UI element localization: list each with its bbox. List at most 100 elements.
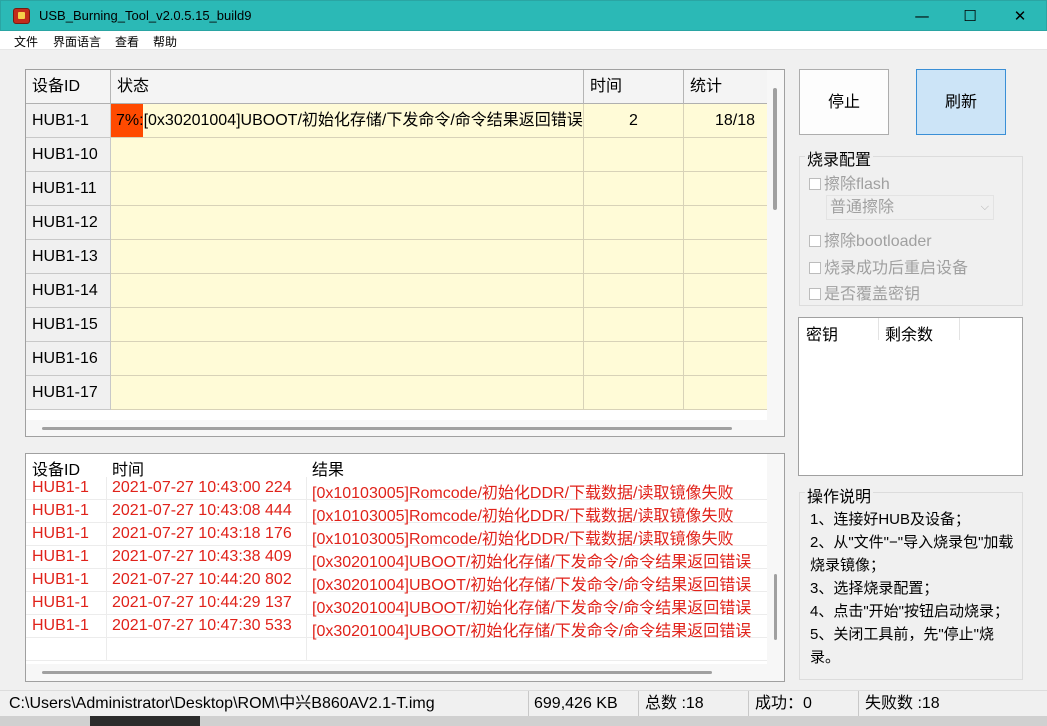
log-row[interactable]: HUB1-1 2021-07-27 10:43:08 444 [0x10103005… bbox=[26, 500, 767, 525]
device-row[interactable]: HUB1-10 bbox=[26, 138, 767, 172]
log-device-id: HUB1-1 bbox=[32, 617, 89, 634]
device-row[interactable]: HUB1-1 7%:[0x30201004]UBOOT/初始化存储/下发命令/命令… bbox=[26, 104, 767, 138]
status-file-path: C:\Users\Administrator\Desktop\ROM\中兴B86… bbox=[6, 691, 529, 717]
burn-config-title: 烧录配置 bbox=[805, 146, 874, 170]
device-status bbox=[111, 138, 584, 172]
device-stat bbox=[684, 376, 767, 410]
device-stat: 18/18 bbox=[684, 104, 767, 138]
log-header: 设备ID 时间 结果 bbox=[26, 454, 767, 479]
device-grid-hscrollbar[interactable] bbox=[26, 420, 784, 436]
device-grid: 设备ID 状态 时间 统计 HUB1-1 7%:[0x30201004]UBOOT… bbox=[25, 69, 785, 437]
erase-mode-select[interactable]: 普通擦除 ⌵ bbox=[826, 195, 994, 220]
minimize-button[interactable]: — bbox=[899, 1, 945, 31]
maximize-button[interactable]: ☐ bbox=[947, 1, 993, 31]
device-id: HUB1-1 bbox=[26, 104, 111, 138]
log-time: 2021-07-27 10:44:20 802 bbox=[112, 571, 292, 588]
device-stat bbox=[684, 274, 767, 308]
key-column-remaining[interactable]: 剩余数 bbox=[885, 321, 933, 345]
erase-bootloader-checkbox[interactable]: 擦除bootloader bbox=[809, 227, 932, 251]
log-time: 2021-07-27 10:47:30 533 bbox=[112, 617, 292, 634]
log-time: 2021-07-27 10:43:00 224 bbox=[112, 479, 292, 496]
device-id: HUB1-13 bbox=[26, 240, 111, 274]
device-row[interactable]: HUB1-14 bbox=[26, 274, 767, 308]
operations-text: 1、连接好HUB及设备； 2、从"文件"−"导入烧录包"加载烧录镜像； 3、选择… bbox=[810, 511, 1014, 666]
status-total: 总数 :18 bbox=[639, 691, 749, 717]
log-row[interactable]: HUB1-1 2021-07-27 10:43:00 224 [0x10103005… bbox=[26, 477, 767, 502]
log-row[interactable]: HUB1-1 2021-07-27 10:47:30 533 [0x30201004… bbox=[26, 615, 767, 640]
device-stat bbox=[684, 172, 767, 206]
device-id: HUB1-10 bbox=[26, 138, 111, 172]
device-row[interactable]: HUB1-17 bbox=[26, 376, 767, 410]
log-row[interactable]: HUB1-1 2021-07-27 10:43:18 176 [0x10103005… bbox=[26, 523, 767, 548]
app-icon bbox=[13, 8, 30, 24]
log-row[interactable]: HUB1-1 2021-07-27 10:44:20 802 [0x30201004… bbox=[26, 569, 767, 594]
device-time bbox=[584, 206, 684, 240]
reboot-after-label: 烧录成功后重启设备 bbox=[824, 260, 969, 277]
device-id: HUB1-17 bbox=[26, 376, 111, 410]
menu-file[interactable]: 文件 bbox=[14, 33, 38, 50]
progress-percent: 7% bbox=[116, 112, 140, 129]
device-status bbox=[111, 342, 584, 376]
erase-mode-value: 普通擦除 bbox=[830, 199, 895, 216]
close-button[interactable]: ✕ bbox=[997, 1, 1043, 31]
overwrite-key-label: 是否覆盖密钥 bbox=[824, 286, 921, 303]
log-device-id: HUB1-1 bbox=[32, 479, 89, 496]
log-time: 2021-07-27 10:44:29 137 bbox=[112, 594, 292, 611]
device-row[interactable]: HUB1-13 bbox=[26, 240, 767, 274]
key-column-key[interactable]: 密钥 bbox=[806, 321, 838, 345]
device-stat bbox=[684, 138, 767, 172]
status-fail: 失败数 :18 bbox=[865, 695, 940, 712]
refresh-button[interactable]: 刷新 bbox=[916, 69, 1006, 135]
log-time: 2021-07-27 10:43:38 409 bbox=[112, 548, 292, 565]
column-time[interactable]: 时间 bbox=[584, 70, 684, 104]
stop-button[interactable]: 停止 bbox=[799, 69, 889, 135]
reboot-after-checkbox[interactable]: 烧录成功后重启设备 bbox=[809, 254, 968, 278]
erase-bootloader-label: 擦除bootloader bbox=[824, 233, 932, 250]
column-stat[interactable]: 统计 bbox=[684, 70, 767, 104]
log-row[interactable]: HUB1-1 2021-07-27 10:43:38 409 [0x30201004… bbox=[26, 546, 767, 571]
device-time bbox=[584, 274, 684, 308]
device-time bbox=[584, 138, 684, 172]
device-grid-vscrollbar[interactable] bbox=[767, 70, 784, 420]
erase-flash-label: 擦除flash bbox=[824, 176, 890, 193]
device-status: 7%:[0x30201004]UBOOT/初始化存储/下发命令/命令结果返回错误 bbox=[111, 104, 584, 138]
menu-bar: 文件 界面语言 查看 帮助 bbox=[0, 31, 1047, 50]
operations-group: 1、连接好HUB及设备； 2、从"文件"−"导入烧录包"加载烧录镜像； 3、选择… bbox=[799, 492, 1023, 680]
device-time bbox=[584, 172, 684, 206]
device-status bbox=[111, 308, 584, 342]
key-list[interactable]: 密钥 剩余数 bbox=[798, 317, 1023, 476]
device-row[interactable]: HUB1-15 bbox=[26, 308, 767, 342]
log-rows: HUB1-1 2021-07-27 10:43:00 224 [0x10103005… bbox=[26, 477, 767, 661]
log-device-id: HUB1-1 bbox=[32, 548, 89, 565]
overwrite-key-checkbox[interactable]: 是否覆盖密钥 bbox=[809, 280, 920, 304]
column-device-id[interactable]: 设备ID bbox=[26, 70, 111, 104]
device-stat bbox=[684, 308, 767, 342]
device-row[interactable]: HUB1-11 bbox=[26, 172, 767, 206]
log-hscrollbar[interactable] bbox=[26, 664, 784, 681]
log-time: 2021-07-27 10:43:18 176 bbox=[112, 525, 292, 542]
column-status[interactable]: 状态 bbox=[111, 70, 584, 104]
operations-title: 操作说明 bbox=[805, 483, 874, 507]
device-time: 2 bbox=[584, 104, 684, 138]
device-row[interactable]: HUB1-12 bbox=[26, 206, 767, 240]
menu-help[interactable]: 帮助 bbox=[153, 33, 177, 50]
log-device-id: HUB1-1 bbox=[32, 571, 89, 588]
device-stat bbox=[684, 342, 767, 376]
device-grid-header: 设备ID 状态 时间 统计 bbox=[26, 70, 767, 104]
device-row[interactable]: HUB1-16 bbox=[26, 342, 767, 376]
title-bar: USB_Burning_Tool_v2.0.5.15_build9 — ☐ ✕ bbox=[0, 0, 1047, 31]
device-status bbox=[111, 172, 584, 206]
status-text: :[0x30201004]UBOOT/初始化存储/下发命令/命令结果返回错误 bbox=[139, 112, 583, 129]
device-stat bbox=[684, 206, 767, 240]
device-id: HUB1-11 bbox=[26, 172, 111, 206]
device-time bbox=[584, 240, 684, 274]
status-success: 成功：0 bbox=[749, 691, 859, 717]
key-column-divider bbox=[959, 318, 960, 340]
erase-flash-checkbox[interactable]: 擦除flash bbox=[809, 170, 890, 194]
device-status bbox=[111, 240, 584, 274]
device-time bbox=[584, 376, 684, 410]
log-row[interactable]: HUB1-1 2021-07-27 10:44:29 137 [0x30201004… bbox=[26, 592, 767, 617]
log-vscrollbar[interactable] bbox=[767, 454, 784, 664]
menu-view[interactable]: 查看 bbox=[115, 33, 139, 50]
menu-language[interactable]: 界面语言 bbox=[53, 33, 101, 50]
